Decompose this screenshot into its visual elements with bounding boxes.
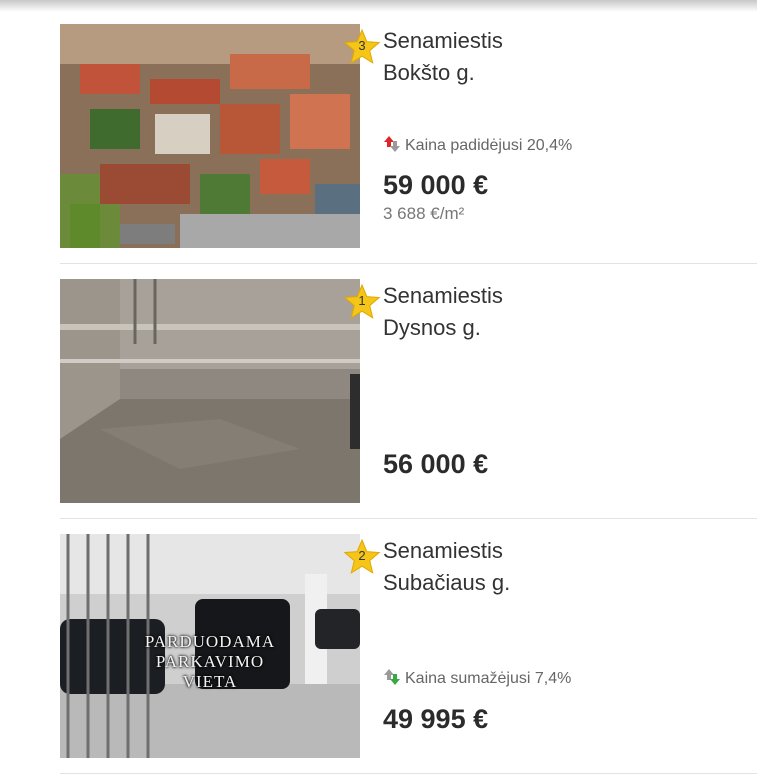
rank-number: 3 bbox=[358, 38, 366, 53]
price-per-sqm: 3 688 €/m² bbox=[383, 204, 465, 223]
listing-photo[interactable] bbox=[60, 279, 360, 503]
listing-district[interactable]: Senamiestis bbox=[383, 28, 503, 54]
listing-district[interactable]: Senamiestis bbox=[383, 283, 503, 309]
listing-price: 49 995 € bbox=[383, 704, 489, 734]
price-change: Kaina sumažėjusi 7,4% bbox=[383, 668, 571, 690]
header-shadow bbox=[0, 0, 757, 12]
photo-caption-line: PARDUODAMA bbox=[144, 632, 276, 651]
listing-price: 56 000 € bbox=[383, 449, 489, 479]
listing-district[interactable]: Senamiestis bbox=[383, 538, 503, 564]
listing-street[interactable]: Dysnos g. bbox=[383, 315, 481, 341]
photo-caption-line: VIETA bbox=[182, 672, 238, 691]
listing-card[interactable]: 3 Senamiestis Bokšto g. Kaina padidėjusi… bbox=[60, 24, 757, 248]
rank-star-icon: 1 bbox=[343, 283, 381, 321]
price-change-text: Kaina sumažėjusi 7,4% bbox=[405, 670, 572, 687]
price-up-icon bbox=[383, 135, 401, 153]
listing-street[interactable]: Bokšto g. bbox=[383, 60, 475, 86]
listing-divider bbox=[60, 263, 757, 264]
price-change: Kaina padidėjusi 20,4% bbox=[383, 135, 572, 157]
rank-star-icon: 2 bbox=[343, 538, 381, 576]
listing-price: 59 000 € bbox=[383, 170, 489, 200]
listing-divider bbox=[60, 518, 757, 519]
listing-photo[interactable] bbox=[60, 24, 360, 248]
rank-number: 2 bbox=[358, 548, 366, 563]
rank-number: 1 bbox=[358, 293, 366, 308]
rank-star-icon: 3 bbox=[343, 28, 381, 66]
listing-photo[interactable]: PARDUODAMA PARKAVIMO VIETA bbox=[60, 534, 360, 758]
price-down-icon bbox=[383, 668, 401, 686]
listing-card[interactable]: PARDUODAMA PARKAVIMO VIETA 2 Senamiestis… bbox=[60, 534, 757, 758]
price-change-text: Kaina padidėjusi 20,4% bbox=[405, 137, 573, 154]
photo-caption-line: PARKAVIMO bbox=[155, 652, 265, 671]
listing-card[interactable]: 1 Senamiestis Dysnos g. 56 000 € bbox=[60, 279, 757, 503]
listing-street[interactable]: Subačiaus g. bbox=[383, 570, 510, 596]
listing-divider bbox=[60, 773, 757, 774]
